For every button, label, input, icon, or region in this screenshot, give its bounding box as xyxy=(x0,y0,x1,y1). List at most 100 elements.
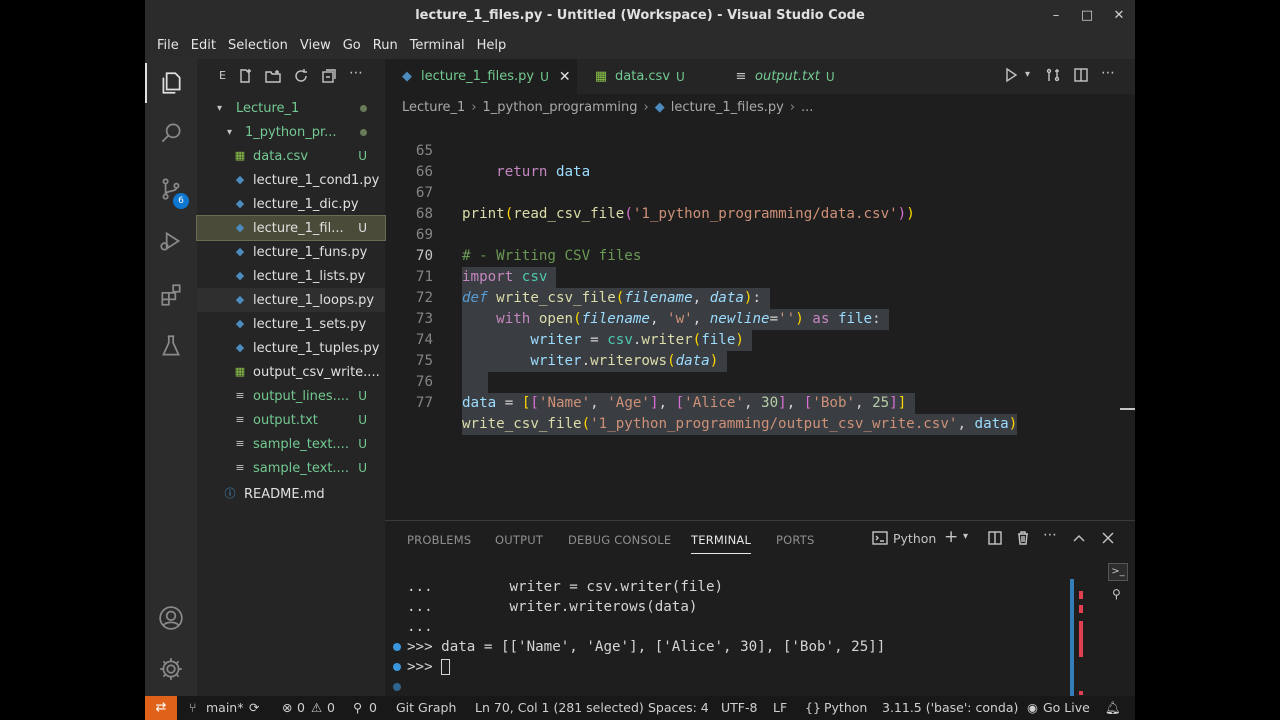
tab-data-csv[interactable]: ▦ data.csv U xyxy=(579,59,715,94)
tree-file-sets[interactable]: ◆ lecture_1_sets.py xyxy=(197,312,385,336)
csv-file-icon: ▦ xyxy=(234,149,246,162)
maximize-button[interactable]: □ xyxy=(1076,6,1098,26)
ports-count[interactable]: 0 xyxy=(369,700,377,715)
close-tab-icon[interactable]: ✕ xyxy=(559,69,571,85)
menu-edit[interactable]: Edit xyxy=(185,38,222,53)
menu-run[interactable]: Run xyxy=(367,38,404,53)
activity-bar: 6 xyxy=(145,59,197,696)
new-file-icon[interactable] xyxy=(237,68,255,84)
git-branch[interactable]: main* xyxy=(206,700,243,715)
terminal-dropdown-icon[interactable]: ▾ xyxy=(963,531,968,542)
breadcrumb-lecture-1[interactable]: Lecture_1 xyxy=(402,100,465,115)
refresh-icon[interactable] xyxy=(293,68,311,84)
menu-help[interactable]: Help xyxy=(471,38,513,53)
extensions-icon[interactable] xyxy=(145,271,197,319)
terminal-line: >>> data = [['Name', 'Age'], ['Alice', 3… xyxy=(407,639,886,655)
warning-count[interactable]: 0 xyxy=(327,700,335,715)
tree-file-loops[interactable]: ◆ lecture_1_loops.py xyxy=(197,288,385,312)
tab-terminal[interactable]: TERMINAL xyxy=(691,533,752,554)
encoding[interactable]: UTF-8 xyxy=(721,700,757,715)
more-actions-icon[interactable]: ⋯ xyxy=(349,65,367,81)
ports-icon: ⚲ xyxy=(353,700,363,715)
terminal-instance-icon[interactable]: >_ xyxy=(1108,563,1128,581)
menu-selection[interactable]: Selection xyxy=(222,38,294,53)
tree-file-readme[interactable]: ⓘ README.md xyxy=(197,482,385,506)
tree-file-sample-text-1[interactable]: ≡ sample_text.... U xyxy=(197,432,385,456)
breadcrumb-file[interactable]: lecture_1_files.py xyxy=(671,100,784,115)
tab-ports[interactable]: PORTS xyxy=(776,533,814,547)
tab-lecture-1-files[interactable]: ◆ lecture_1_files.py U ✕ xyxy=(385,59,577,94)
close-window-button[interactable]: ✕ xyxy=(1108,6,1130,26)
tree-file-sample-text-2[interactable]: ≡ sample_text.... U xyxy=(197,456,385,480)
tree-file-dic[interactable]: ◆ lecture_1_dic.py xyxy=(197,192,385,216)
notifications-bell-icon[interactable]: 🔔︎ xyxy=(1105,700,1121,716)
language-mode[interactable]: Python xyxy=(824,700,867,715)
tree-file-funs[interactable]: ◆ lecture_1_funs.py xyxy=(197,240,385,264)
split-terminal-icon[interactable] xyxy=(987,530,1003,550)
minimize-button[interactable]: – xyxy=(1045,6,1067,26)
code-editor[interactable]: 65 return data 66 67 print(read_csv_file… xyxy=(385,120,1135,520)
tree-file-files-selected[interactable]: ◆ lecture_1_fil... U xyxy=(196,215,386,241)
menu-go[interactable]: Go xyxy=(337,38,367,53)
chevron-right-icon: › xyxy=(643,99,649,115)
pin-icon[interactable]: ⚲ xyxy=(1112,587,1121,601)
tree-file-output-lines[interactable]: ≡ output_lines.... U xyxy=(197,384,385,408)
command-decoration-icon xyxy=(393,663,401,671)
settings-gear-icon[interactable] xyxy=(145,645,197,693)
split-editor-icon[interactable] xyxy=(1073,67,1093,87)
indentation[interactable]: Spaces: 4 xyxy=(648,700,709,715)
go-live-button[interactable]: Go Live xyxy=(1043,700,1090,715)
broadcast-icon: ◉ xyxy=(1027,700,1038,715)
trash-icon[interactable] xyxy=(1015,530,1031,550)
tree-file-cond1[interactable]: ◆ lecture_1_cond1.py xyxy=(197,168,385,192)
tab-debug-console[interactable]: DEBUG CONSOLE xyxy=(568,533,671,547)
tree-file-lists[interactable]: ◆ lecture_1_lists.py xyxy=(197,264,385,288)
tree-file-output-csv-write[interactable]: ▦ output_csv_write.... xyxy=(197,360,385,384)
minimap-slider[interactable] xyxy=(1120,408,1135,410)
error-count[interactable]: 0 xyxy=(297,700,305,715)
tree-file-output-txt[interactable]: ≡ output.txt U xyxy=(197,408,385,432)
sync-icon[interactable]: ⟳ xyxy=(249,700,259,715)
chevron-right-icon: › xyxy=(471,99,477,115)
new-terminal-icon[interactable]: + xyxy=(944,527,958,547)
language-icon: {} xyxy=(805,700,821,715)
run-dropdown-icon[interactable]: ▾ xyxy=(1025,69,1045,89)
terminal-shell-label[interactable]: Python xyxy=(893,531,936,546)
maximize-panel-icon[interactable] xyxy=(1071,530,1087,550)
run-python-icon[interactable] xyxy=(1003,67,1023,87)
git-graph[interactable]: Git Graph xyxy=(396,700,456,715)
more-actions-icon[interactable]: ⋯ xyxy=(1043,527,1057,543)
more-actions-icon[interactable]: ⋯ xyxy=(1101,65,1121,85)
tab-output[interactable]: OUTPUT xyxy=(495,533,543,547)
cursor-position[interactable]: Ln 70, Col 1 (281 selected) xyxy=(475,700,644,715)
new-folder-icon[interactable] xyxy=(265,68,283,84)
account-icon[interactable] xyxy=(145,594,197,642)
tree-file-tuples[interactable]: ◆ lecture_1_tuples.py xyxy=(197,336,385,360)
menu-terminal[interactable]: Terminal xyxy=(404,38,471,53)
code-line: 77 write_csv_file('1_python_programming/… xyxy=(385,372,1135,435)
tree-folder-lecture-1[interactable]: ▾ Lecture_1 xyxy=(197,96,385,120)
line-endings[interactable]: LF xyxy=(773,700,787,715)
breadcrumb-folder[interactable]: 1_python_programming xyxy=(483,100,638,115)
compare-changes-icon[interactable] xyxy=(1045,67,1065,87)
collapse-all-icon[interactable] xyxy=(321,68,339,84)
close-panel-icon[interactable] xyxy=(1100,530,1116,550)
code-line-current: 70 import csv xyxy=(385,225,1135,288)
remote-indicator-icon[interactable]: ⇄ xyxy=(145,696,177,720)
breadcrumb-symbol[interactable]: ... xyxy=(801,100,813,115)
warning-icon: ⚠ xyxy=(311,700,323,715)
run-debug-icon[interactable] xyxy=(145,217,197,265)
menu-view[interactable]: View xyxy=(294,38,337,53)
menu-file[interactable]: File xyxy=(151,38,185,53)
search-icon[interactable] xyxy=(145,109,197,157)
python-interpreter[interactable]: 3.11.5 ('base': conda) xyxy=(882,700,1018,715)
tab-output-txt[interactable]: ≡ output.txt U xyxy=(719,59,859,94)
tab-problems[interactable]: PROBLEMS xyxy=(407,533,471,547)
testing-icon[interactable] xyxy=(145,322,197,370)
code-line: 71 def write_csv_file(filename, data): xyxy=(385,246,1135,309)
explorer-icon[interactable] xyxy=(145,59,197,107)
source-control-icon[interactable]: 6 xyxy=(145,165,197,213)
terminal-scrollbar[interactable] xyxy=(1070,579,1074,697)
tree-folder-python-programming[interactable]: ▾ 1_python_pr... xyxy=(197,120,385,144)
tree-file-data-csv[interactable]: ▦ data.csv U xyxy=(197,144,385,168)
